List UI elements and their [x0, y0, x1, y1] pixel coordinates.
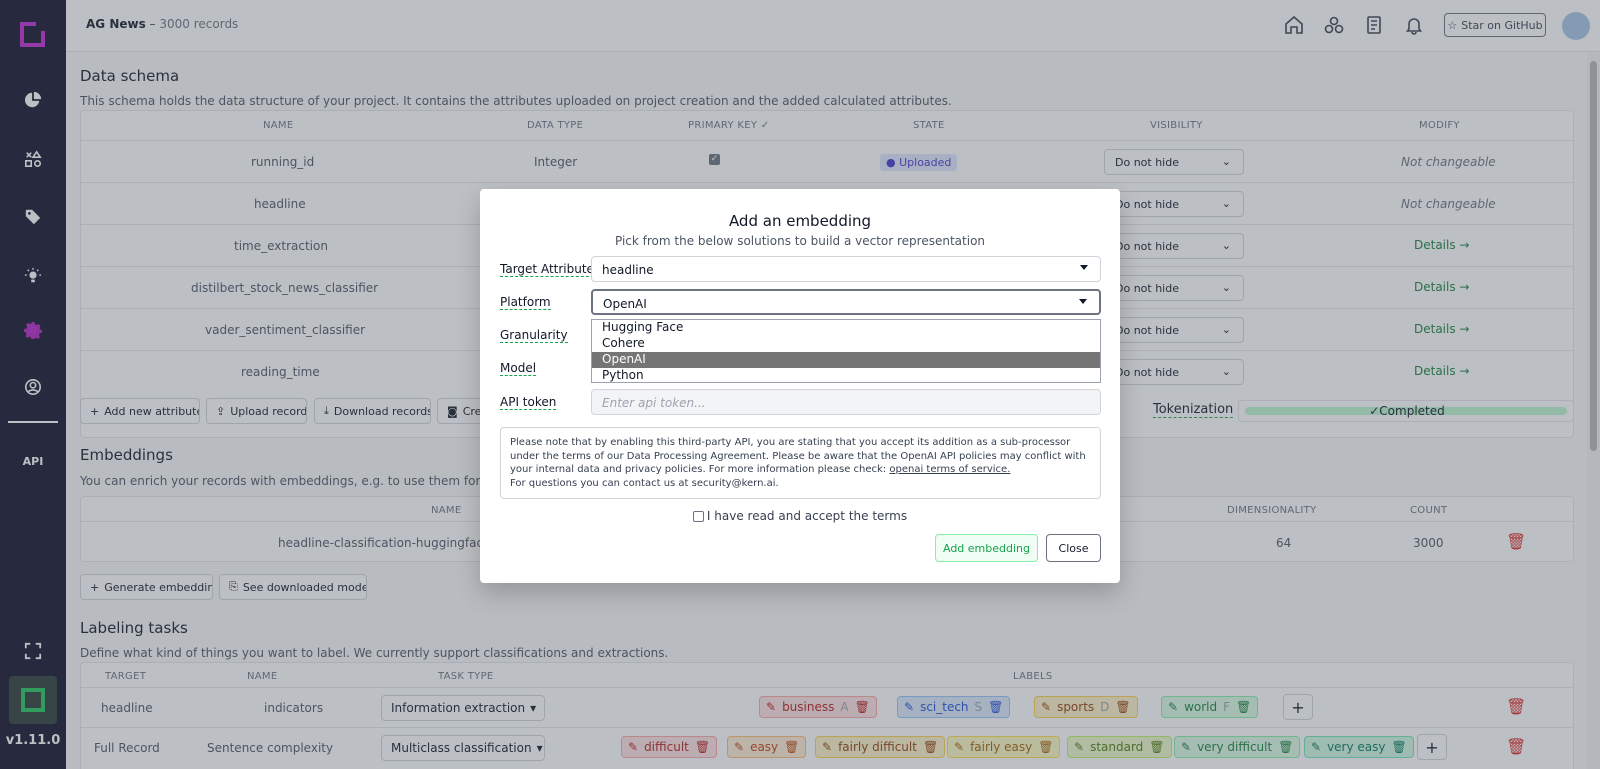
platform-option[interactable]: Cohere	[592, 336, 1100, 352]
add-embedding-modal: Add an embedding Pick from the below sol…	[480, 189, 1120, 583]
modal-subtitle: Pick from the below solutions to build a…	[614, 234, 986, 248]
accept-terms-checkbox[interactable]	[692, 510, 704, 522]
close-button[interactable]: Close	[1046, 534, 1101, 562]
granularity-label: Granularity	[500, 328, 568, 343]
notice-contact: For questions you can contact us at secu…	[510, 477, 779, 489]
platform-option[interactable]: Hugging Face	[592, 320, 1100, 336]
api-token-label: API token	[500, 395, 557, 410]
terms-row: I have read and accept the terms	[480, 509, 1120, 523]
caret-icon	[1080, 265, 1088, 270]
model-label: Model	[500, 361, 537, 376]
target-attribute-label: Target Attribute	[500, 262, 594, 277]
platform-option[interactable]: Python	[592, 368, 1100, 384]
platform-select[interactable]: OpenAI	[591, 289, 1101, 315]
platform-dropdown: Hugging Face Cohere OpenAI Python	[591, 319, 1101, 383]
caret-icon	[1079, 299, 1087, 304]
third-party-notice: Please note that by enabling this third-…	[500, 427, 1101, 499]
openai-terms-link[interactable]: openai terms of service.	[889, 464, 1010, 475]
target-attribute-select[interactable]: headline	[591, 256, 1101, 282]
modal-title: Add an embedding	[728, 212, 872, 230]
api-token-input[interactable]: Enter api token...	[591, 389, 1101, 415]
add-embedding-button[interactable]: Add embedding	[935, 534, 1038, 562]
accept-terms-label[interactable]: I have read and accept the terms	[707, 509, 907, 523]
platform-label: Platform	[500, 295, 551, 310]
platform-option-selected[interactable]: OpenAI	[592, 352, 1100, 368]
